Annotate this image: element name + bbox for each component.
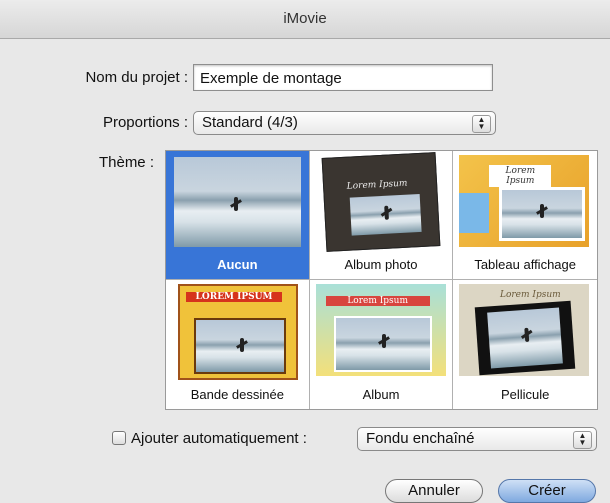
theme-bande-dessinee[interactable]: LOREM IPSUM Bande dessinée — [166, 280, 310, 409]
theme-caption: Album photo — [344, 257, 418, 272]
proportions-label: Proportions : — [102, 114, 188, 131]
theme-album-photo[interactable]: Lorem Ipsum Album photo — [309, 151, 454, 280]
theme-caption: Pellicule — [500, 387, 550, 402]
up-down-arrows-icon: ▲ ▼ — [573, 431, 592, 449]
project-name-label: Nom du projet : — [85, 69, 188, 86]
album-thumbnail: Lorem Ipsum — [315, 284, 446, 376]
transition-popup[interactable]: Fondu enchaîné ▲ ▼ — [357, 427, 597, 451]
album-cover-thumbnail: Lorem Ipsum — [321, 152, 441, 252]
theme-caption: Bande dessinée — [190, 387, 284, 402]
window-title: iMovie — [0, 0, 610, 39]
proportions-value: Standard (4/3) — [202, 114, 298, 131]
create-button[interactable]: Créer — [498, 479, 596, 503]
board-thumbnail: Lorem Ipsum — [459, 155, 590, 247]
surf-photo — [174, 157, 301, 247]
theme-album[interactable]: Lorem Ipsum Album — [309, 280, 454, 409]
comic-thumbnail: LOREM IPSUM — [178, 284, 298, 380]
auto-add-label: Ajouter automatiquement : — [131, 430, 307, 447]
film-thumbnail: Lorem Ipsum — [459, 284, 590, 376]
theme-aucun[interactable]: Aucun — [166, 151, 310, 280]
up-down-arrows-icon: ▲ ▼ — [472, 115, 491, 133]
theme-caption: Tableau affichage — [474, 257, 576, 272]
theme-caption: Album — [362, 387, 400, 402]
transition-value: Fondu enchaîné — [366, 430, 475, 447]
auto-add-checkbox[interactable] — [112, 431, 126, 445]
cancel-button[interactable]: Annuler — [385, 479, 483, 503]
theme-caption: Aucun — [217, 257, 258, 272]
project-name-field[interactable]: Exemple de montage — [193, 64, 493, 91]
theme-pellicule[interactable]: Lorem Ipsum Pellicule — [453, 280, 597, 409]
theme-tableau-affichage[interactable]: Lorem Ipsum Tableau affichage — [453, 151, 597, 280]
theme-grid: Aucun Lorem Ipsum Album photo Lorem Ipsu… — [165, 150, 598, 410]
theme-label: Thème : — [98, 154, 154, 171]
proportions-popup[interactable]: Standard (4/3) ▲ ▼ — [193, 111, 496, 135]
